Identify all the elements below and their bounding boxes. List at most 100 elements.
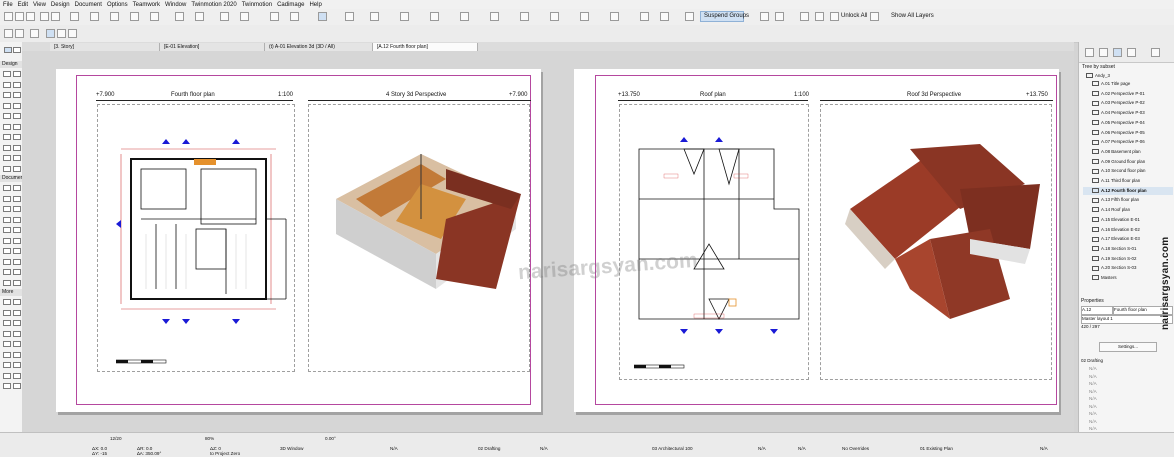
tree-header[interactable]: Tree by subset — [1082, 64, 1115, 70]
drafting-select[interactable]: 02 Drafting — [478, 446, 500, 451]
tree-item[interactable]: A.14 Roof plan — [1083, 206, 1173, 214]
tree-item[interactable]: A.01 Title page — [1083, 80, 1173, 88]
document-tool-icon[interactable] — [3, 227, 11, 233]
document-tool-icon[interactable] — [3, 195, 11, 202]
arrow-icon[interactable] — [15, 29, 24, 38]
tree-item[interactable]: A.16 Elevation E-02 — [1083, 226, 1173, 234]
layer-icon[interactable] — [175, 12, 184, 21]
document-tool-icon[interactable] — [3, 279, 11, 286]
hand-icon[interactable] — [30, 29, 39, 38]
more-tool-icon[interactable] — [3, 299, 11, 305]
menu-teamwork[interactable]: Teamwork — [133, 2, 160, 8]
more-tool-icon[interactable] — [3, 383, 11, 389]
unlock-icon[interactable] — [775, 12, 784, 21]
view-map-icon[interactable] — [1099, 48, 1108, 57]
tree-item[interactable]: A.06 Perspective P-05 — [1083, 129, 1173, 137]
menu-twinmotion-2020[interactable]: Twinmotion 2020 — [191, 2, 236, 8]
design-tool-icon[interactable] — [3, 144, 11, 151]
design-tool-icon[interactable] — [3, 165, 11, 172]
toolbox-document-header[interactable]: Document — [0, 175, 25, 182]
design-tool-icon[interactable] — [13, 81, 21, 88]
copy-icon[interactable] — [430, 12, 439, 21]
project-map-icon[interactable] — [1085, 48, 1094, 57]
favorites-icon[interactable] — [400, 12, 409, 21]
navigator-icon[interactable] — [57, 29, 66, 38]
mirror-icon[interactable] — [520, 12, 529, 21]
document-tool-icon[interactable] — [13, 269, 21, 275]
unlock-all-icon[interactable] — [830, 12, 839, 21]
menu-view[interactable]: View — [33, 2, 46, 8]
tree-item[interactable]: A.12 Fourth floor plan — [1083, 186, 1173, 195]
design-tool-icon[interactable] — [13, 123, 21, 130]
layer-combination[interactable]: 02 Drafting — [1081, 358, 1103, 363]
tree-item[interactable]: A.11 Third floor plan — [1083, 177, 1173, 185]
document-tool-icon[interactable] — [13, 237, 21, 244]
more-tool-icon[interactable] — [13, 383, 21, 389]
overrides-select[interactable]: No Overrides — [842, 446, 869, 451]
drag-icon[interactable] — [460, 12, 469, 21]
angle-value[interactable]: 0.00° — [325, 436, 336, 441]
more-tool-icon[interactable] — [13, 372, 21, 379]
redo-icon[interactable] — [51, 12, 60, 21]
arrow-tool-icon[interactable] — [4, 47, 12, 53]
publisher-icon[interactable] — [1127, 48, 1136, 57]
page-indicator[interactable]: 12/20 — [110, 436, 122, 441]
design-tool-icon[interactable] — [13, 71, 21, 77]
layout-book-icon[interactable] — [46, 29, 55, 38]
new-icon[interactable] — [4, 12, 13, 21]
document-tool-icon[interactable] — [3, 248, 11, 254]
layers-icon[interactable] — [870, 12, 879, 21]
tab-story[interactable]: [3. Story] — [50, 43, 160, 51]
print-icon[interactable] — [70, 12, 79, 21]
tree-item[interactable]: A.10 Second floor plan — [1083, 167, 1173, 175]
menu-design[interactable]: Design — [51, 2, 70, 8]
tree-item[interactable]: A.07 Perspective P-06 — [1083, 138, 1173, 146]
design-tool-icon[interactable] — [3, 113, 11, 119]
model-icon[interactable] — [90, 12, 99, 21]
document-tool-icon[interactable] — [13, 227, 21, 233]
menu-edit[interactable]: Edit — [18, 2, 28, 8]
design-tool-icon[interactable] — [13, 155, 21, 161]
menu-document[interactable]: Document — [75, 2, 102, 8]
align-icon[interactable] — [580, 12, 589, 21]
tree-item[interactable]: A.15 Elevation E-01 — [1083, 216, 1173, 224]
layout-canvas[interactable]: +7.900 Fourth floor plan 1:100 4 Story 3… — [22, 51, 1074, 432]
design-tool-icon[interactable] — [3, 134, 11, 140]
detail-icon[interactable] — [150, 12, 159, 21]
tree-root[interactable]: Andy_3 — [1083, 72, 1173, 80]
design-tool-icon[interactable] — [3, 123, 11, 130]
menu-cadimage[interactable]: Cadimage — [277, 2, 304, 8]
document-tool-icon[interactable] — [13, 195, 21, 202]
toolbox-more-header[interactable]: More — [0, 289, 22, 296]
ungroup-icon[interactable] — [660, 12, 669, 21]
zoom-value[interactable]: 80% — [205, 436, 214, 441]
more-tool-icon[interactable] — [3, 309, 11, 316]
renovation-select[interactable]: 01 Existing Plan — [920, 446, 953, 451]
menu-file[interactable]: File — [3, 2, 13, 8]
settings-icon[interactable] — [1151, 48, 1160, 57]
more-tool-icon[interactable] — [13, 330, 21, 337]
more-tool-icon[interactable] — [3, 362, 11, 368]
undo-icon[interactable] — [40, 12, 49, 21]
design-tool-icon[interactable] — [13, 92, 21, 98]
design-tool-icon[interactable] — [3, 102, 11, 109]
tree-item[interactable]: A.04 Perspective P-03 — [1083, 109, 1173, 117]
layout-book-icon[interactable] — [1113, 48, 1122, 57]
menu-help[interactable]: Help — [309, 2, 321, 8]
suspend-groups-button[interactable]: Suspend Groups — [700, 11, 749, 22]
more-tool-icon[interactable] — [13, 299, 21, 305]
3d-icon[interactable] — [195, 12, 204, 21]
distribute-icon[interactable] — [610, 12, 619, 21]
tree-item[interactable]: A.02 Perspective P-01 — [1083, 90, 1173, 98]
document-tool-icon[interactable] — [13, 258, 21, 265]
marquee-icon[interactable] — [345, 12, 354, 21]
document-tool-icon[interactable] — [3, 185, 11, 191]
selection-icon[interactable] — [318, 12, 327, 21]
more-tool-icon[interactable] — [3, 372, 11, 379]
group-icon[interactable] — [640, 12, 649, 21]
elevate-icon[interactable] — [550, 12, 559, 21]
tree-item[interactable]: A.13 Fifth floor plan — [1083, 196, 1173, 204]
layout-sheet-right[interactable]: +13.750 Roof plan 1:100 Roof 3d Perspect… — [574, 69, 1059, 412]
more-tool-icon[interactable] — [13, 309, 21, 316]
menu-window[interactable]: Window — [165, 2, 186, 8]
